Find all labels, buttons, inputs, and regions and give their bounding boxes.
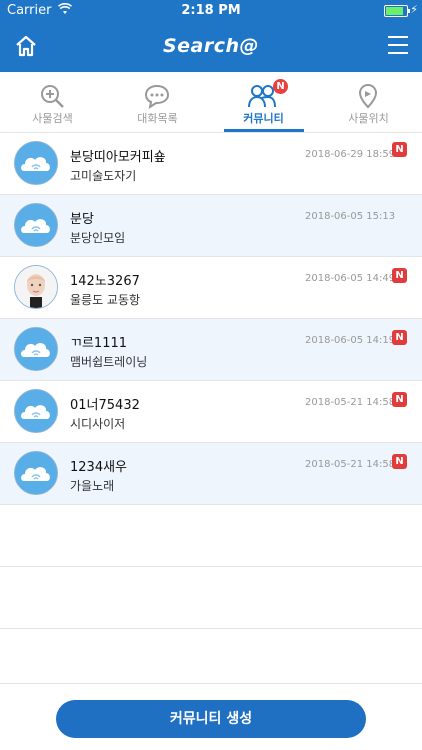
new-badge: N [392,454,407,469]
timestamp: 2018-06-05 15:13 [305,211,396,222]
cloud-avatar-icon [14,451,58,495]
tab-chat-list[interactable]: 대화목록 [105,72,210,132]
charging-icon: ⚡ [410,3,418,16]
new-badge: N [392,268,407,283]
timestamp: 2018-06-05 14:49 [305,273,396,284]
status-bar: Carrier 2:18 PM ⚡ [0,0,422,22]
community-subtitle: 시디사이저 [70,417,126,431]
tab-community[interactable]: N 커뮤니티 [211,72,316,132]
new-badge: N [392,392,407,407]
navigation-bar: Search@ [0,22,422,72]
community-list: 분당띠아모커피숖 고미술도자기 2018-06-29 18:59 N 분당 분당… [0,133,422,629]
community-subtitle: 고미술도자기 [70,169,137,183]
search-plus-icon [41,85,64,108]
new-badge: N [273,79,288,94]
face-avatar-icon [14,265,58,309]
community-title: ㄲ르1111 [70,336,128,351]
timestamp: 2018-05-21 14:58 [305,459,396,470]
status-time: 2:18 PM [181,3,241,18]
timestamp: 2018-05-21 14:58 [305,397,396,408]
battery-icon [384,5,410,17]
list-item[interactable]: 1234새우 가을노래 2018-05-21 14:58 N [0,443,422,505]
list-item[interactable]: 01너75432 시디사이저 2018-05-21 14:58 N [0,381,422,443]
community-title: 01너75432 [70,398,140,413]
cloud-avatar-icon [14,203,58,247]
tab-label: 사물검색 [32,112,73,125]
location-pin-icon [358,83,378,109]
community-title: 분당 [70,212,94,227]
tab-object-search[interactable]: 사물검색 [0,72,105,132]
community-subtitle: 맴버쉽트레이닝 [70,355,148,369]
empty-row [0,567,422,629]
community-subtitle: 울릉도 교동항 [70,293,141,307]
community-title: 142노3267 [70,274,140,289]
timestamp: 2018-06-29 18:59 [305,149,396,160]
new-badge: N [392,330,407,345]
community-subtitle: 분당인모임 [70,231,126,245]
tab-label: 커뮤니티 [243,112,284,125]
chat-icon [144,84,170,110]
cloud-avatar-icon [14,141,58,185]
list-item[interactable]: 142노3267 울릉도 교동항 2018-06-05 14:49 N [0,257,422,319]
menu-button[interactable] [388,36,408,56]
community-subtitle: 가을노래 [70,479,115,493]
list-item[interactable]: 분당띠아모커피숖 고미술도자기 2018-06-29 18:59 N [0,133,422,195]
list-item[interactable]: 분당 분당인모임 2018-06-05 15:13 [0,195,422,257]
community-title: 분당띠아모커피숖 [70,150,166,165]
cloud-avatar-icon [14,389,58,433]
create-community-button[interactable]: 커뮤니티 생성 [56,700,366,738]
tab-object-location[interactable]: 사물위치 [316,72,421,132]
tab-label: 사물위치 [348,112,389,125]
tab-label: 대화목록 [137,112,178,125]
tab-bar: 사물검색 대화목록 N 커뮤니티 사물위치 [0,72,422,133]
app-logo: Search@ [162,35,260,57]
community-title: 1234새우 [70,460,128,475]
cloud-avatar-icon [14,327,58,371]
menu-icon [388,36,408,38]
empty-row [0,505,422,567]
footer-divider [0,683,422,684]
active-tab-indicator [224,129,304,132]
timestamp: 2018-06-05 14:19 [305,335,396,346]
list-item[interactable]: ㄲ르1111 맴버쉽트레이닝 2018-06-05 14:19 N [0,319,422,381]
new-badge: N [392,142,407,157]
